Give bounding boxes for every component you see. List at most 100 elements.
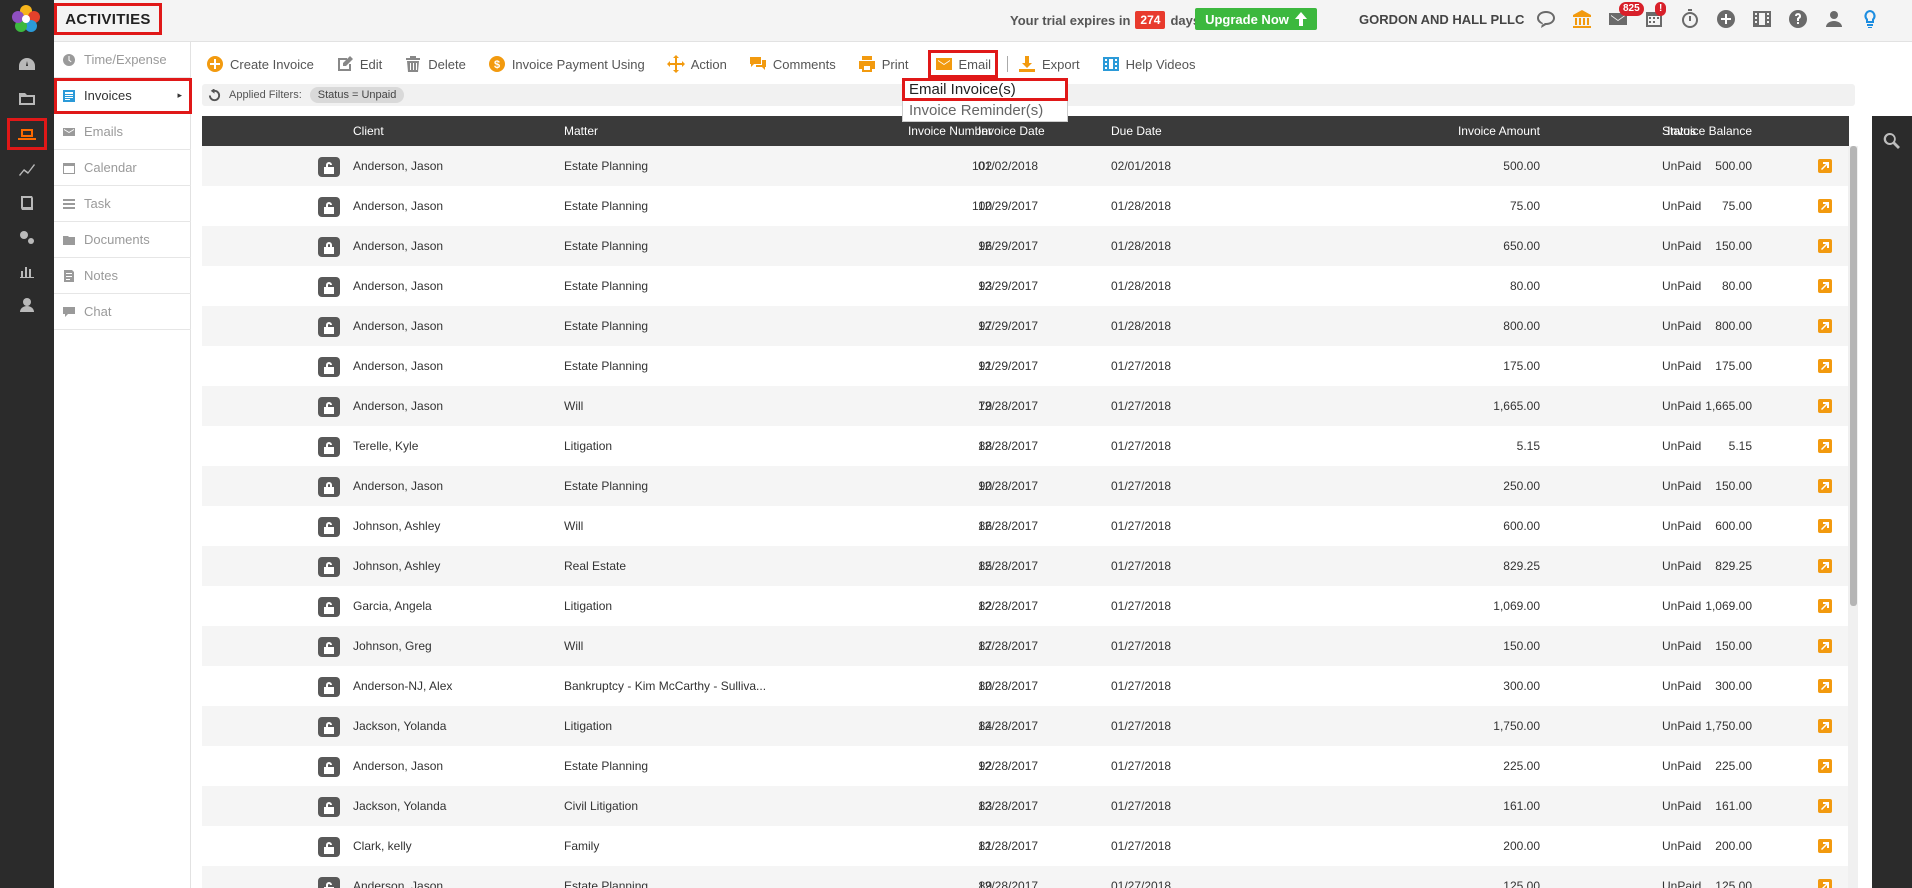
table-row[interactable]: Anderson, Jason Estate Planning 92 12/28/20… bbox=[202, 746, 1849, 786]
lock-open-icon[interactable] bbox=[318, 757, 340, 777]
open-external-icon[interactable] bbox=[1818, 319, 1832, 333]
open-external-icon[interactable] bbox=[1818, 599, 1832, 613]
logo-icon[interactable] bbox=[9, 2, 43, 36]
subnav-item-emails[interactable]: Emails bbox=[54, 114, 191, 150]
gears-icon[interactable] bbox=[7, 222, 47, 252]
stopwatch-icon[interactable] bbox=[1677, 6, 1703, 32]
lock-open-icon[interactable] bbox=[318, 277, 340, 297]
subnav-item-documents[interactable]: Documents bbox=[54, 222, 191, 258]
table-row[interactable]: Anderson, Jason Estate Planning 90 12/28/20… bbox=[202, 466, 1849, 506]
scrollbar-thumb[interactable] bbox=[1850, 146, 1857, 606]
person-icon[interactable] bbox=[7, 290, 47, 320]
table-row[interactable]: Garcia, Angela Litigation 82 12/28/2017 01/2… bbox=[202, 586, 1849, 626]
comments-button[interactable]: Comments bbox=[749, 55, 836, 73]
table-row[interactable]: Anderson, Jason Estate Planning 93 12/29/20… bbox=[202, 266, 1849, 306]
open-external-icon[interactable] bbox=[1818, 159, 1832, 173]
table-row[interactable]: Anderson, Jason Estate Planning 89 12/28/20… bbox=[202, 866, 1849, 888]
open-external-icon[interactable] bbox=[1818, 839, 1832, 853]
subnav-item-task[interactable]: Task bbox=[54, 186, 191, 222]
lock-open-icon[interactable] bbox=[318, 557, 340, 577]
lock-open-icon[interactable] bbox=[318, 677, 340, 697]
lock-open-icon[interactable] bbox=[318, 197, 340, 217]
edit-button[interactable]: Edit bbox=[336, 55, 382, 73]
trend-chart-icon[interactable] bbox=[7, 154, 47, 184]
lightbulb-icon[interactable] bbox=[1857, 6, 1883, 32]
table-row[interactable]: Anderson-NJ, Alex Bankruptcy - Kim McCart… bbox=[202, 666, 1849, 706]
search-icon[interactable] bbox=[1883, 132, 1901, 153]
open-external-icon[interactable] bbox=[1818, 359, 1832, 373]
upgrade-now-button[interactable]: Upgrade Now bbox=[1195, 8, 1317, 30]
table-row[interactable]: Clark, kelly Family 81 12/28/2017 01/27/2018… bbox=[202, 826, 1849, 866]
subnav-item-chat[interactable]: Chat bbox=[54, 294, 191, 330]
subnav-item-time-expense[interactable]: Time/Expense bbox=[54, 42, 191, 78]
calendar-grid-icon[interactable]: ! bbox=[1641, 2, 1667, 32]
col-header-due-date[interactable]: Due Date bbox=[1111, 116, 1162, 146]
table-row[interactable]: Jackson, Yolanda Civil Litigation 83 12/28/… bbox=[202, 786, 1849, 826]
book-icon[interactable] bbox=[7, 188, 47, 218]
folder-icon[interactable] bbox=[7, 84, 47, 114]
mail-icon[interactable]: 825 bbox=[1605, 2, 1644, 32]
col-header-matter[interactable]: Matter bbox=[564, 116, 598, 146]
open-external-icon[interactable] bbox=[1818, 239, 1832, 253]
subnav-item-invoices[interactable]: Invoices ▸ bbox=[54, 78, 192, 114]
export-button[interactable]: Export bbox=[1018, 55, 1080, 73]
action-button[interactable]: Action bbox=[666, 55, 727, 73]
email-invoices-menu-item[interactable]: Email Invoice(s) bbox=[902, 78, 1068, 101]
user-icon[interactable] bbox=[1821, 6, 1847, 32]
table-row[interactable]: Anderson, Jason Estate Planning 100 12/29/2… bbox=[202, 186, 1849, 226]
table-row[interactable]: Anderson, Jason Estate Planning 91 12/29/20… bbox=[202, 346, 1849, 386]
lock-open-icon[interactable] bbox=[318, 837, 340, 857]
lock-open-icon[interactable] bbox=[318, 717, 340, 737]
open-external-icon[interactable] bbox=[1818, 399, 1832, 413]
reset-icon[interactable] bbox=[208, 88, 221, 102]
lock-open-icon[interactable] bbox=[318, 637, 340, 657]
invoice-payment-using-button[interactable]: $ Invoice Payment Using bbox=[488, 55, 645, 73]
table-row[interactable]: Anderson, Jason Estate Planning 96 12/29/20… bbox=[202, 226, 1849, 266]
print-button[interactable]: Print bbox=[858, 55, 909, 73]
invoice-reminders-menu-item[interactable]: Invoice Reminder(s) bbox=[903, 100, 1067, 121]
col-header-invoice-amount[interactable]: Invoice Amount bbox=[1402, 116, 1540, 146]
lock-open-icon[interactable] bbox=[318, 437, 340, 457]
lock-open-icon[interactable] bbox=[318, 397, 340, 417]
lock-open-icon[interactable] bbox=[318, 157, 340, 177]
open-external-icon[interactable] bbox=[1818, 719, 1832, 733]
lock-open-icon[interactable] bbox=[318, 597, 340, 617]
table-row[interactable]: Johnson, Ashley Real Estate 85 12/28/2017 01… bbox=[202, 546, 1849, 586]
col-header-client[interactable]: Client bbox=[353, 116, 384, 146]
lock-open-icon[interactable] bbox=[318, 797, 340, 817]
help-videos-button[interactable]: Help Videos bbox=[1102, 55, 1195, 73]
dashboard-icon[interactable] bbox=[7, 50, 47, 80]
plus-circle-icon[interactable] bbox=[1713, 6, 1739, 32]
open-external-icon[interactable] bbox=[1818, 759, 1832, 773]
open-external-icon[interactable] bbox=[1818, 799, 1832, 813]
table-row[interactable]: Jackson, Yolanda Litigation 84 12/28/2017 01… bbox=[202, 706, 1849, 746]
col-header-status[interactable]: Status bbox=[1662, 116, 1696, 146]
film-icon[interactable] bbox=[1749, 6, 1775, 32]
lock-open-icon[interactable] bbox=[318, 317, 340, 337]
create-invoice-button[interactable]: Create Invoice bbox=[206, 55, 314, 73]
bar-chart-icon[interactable] bbox=[7, 256, 47, 286]
table-row[interactable]: Anderson, Jason Estate Planning 102 01/02/2… bbox=[202, 146, 1849, 186]
lock-closed-icon[interactable] bbox=[318, 477, 340, 497]
table-row[interactable]: Anderson, Jason Estate Planning 97 12/29/20… bbox=[202, 306, 1849, 346]
table-scrollbar[interactable] bbox=[1848, 146, 1858, 888]
table-row[interactable]: Johnson, Ashley Will 86 12/28/2017 01/27/201… bbox=[202, 506, 1849, 546]
lock-closed-icon[interactable] bbox=[318, 237, 340, 257]
subnav-item-calendar[interactable]: Calendar bbox=[54, 150, 191, 186]
table-row[interactable]: Anderson, Jason Will 79 12/28/2017 01/27/201… bbox=[202, 386, 1849, 426]
open-external-icon[interactable] bbox=[1818, 479, 1832, 493]
lock-open-icon[interactable] bbox=[318, 517, 340, 537]
email-button[interactable]: Email bbox=[927, 50, 998, 78]
open-external-icon[interactable] bbox=[1818, 439, 1832, 453]
subnav-item-notes[interactable]: Notes bbox=[54, 258, 191, 294]
lock-open-icon[interactable] bbox=[318, 877, 340, 888]
open-external-icon[interactable] bbox=[1818, 639, 1832, 653]
filter-chip[interactable]: Status = Unpaid bbox=[309, 87, 405, 103]
open-external-icon[interactable] bbox=[1818, 279, 1832, 293]
table-row[interactable]: Terelle, Kyle Litigation 88 12/28/2017 01/27… bbox=[202, 426, 1849, 466]
open-external-icon[interactable] bbox=[1818, 519, 1832, 533]
table-row[interactable]: Johnson, Greg Will 87 12/28/2017 01/27/2018 1… bbox=[202, 626, 1849, 666]
bank-icon[interactable] bbox=[1569, 6, 1595, 32]
open-external-icon[interactable] bbox=[1818, 199, 1832, 213]
chat-bubble-icon[interactable] bbox=[1533, 6, 1559, 32]
